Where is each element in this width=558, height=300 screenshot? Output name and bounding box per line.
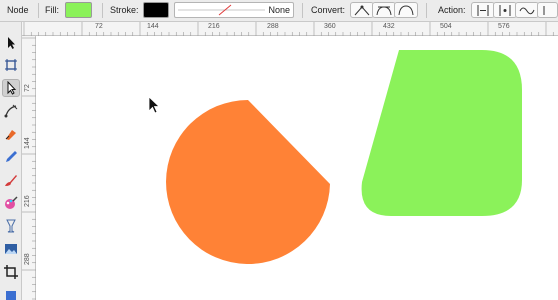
color-picker-tool-icon [5,196,18,209]
join-curves-button[interactable] [493,2,517,18]
select-tool-icon [8,37,15,49]
stroke-style-dropdown[interactable]: None [174,2,294,18]
transparency-tool[interactable] [2,217,20,235]
pen-tool-icon [4,104,18,118]
ruler-tick-label: 72 [24,84,31,92]
brush-tool-icon [5,175,17,186]
green-rounded-shape[interactable] [361,50,522,216]
toolbar-divider [302,3,303,18]
ruler-tick-label: 360 [324,23,336,30]
transparency-tool-icon [6,219,16,233]
smooth-curves-button[interactable] [515,2,539,18]
fill-color-swatch[interactable] [65,2,92,18]
fountain-pen-tool[interactable] [2,125,20,143]
ruler-tick-label: 432 [383,23,395,30]
brush-tool[interactable] [2,171,20,189]
ruler-tick-label: 288 [24,253,31,265]
pen-tool[interactable] [2,102,20,120]
join-curves-icon [499,5,511,16]
ruler-tick-label: 288 [267,23,279,30]
fill-label: Fill: [45,5,59,15]
smooth-node-icon [376,6,392,16]
tools-panel [0,22,22,300]
break-curve-button[interactable] [471,2,495,18]
node-tool-icon [7,81,17,95]
color-picker-tool[interactable] [2,194,20,212]
fountain-pen-tool-icon [5,130,16,140]
ruler-tick-label: 144 [147,23,159,30]
stroke-none-label: None [268,5,290,15]
ruler-tick-label: 216 [208,23,220,30]
convert-smart-button[interactable] [394,2,418,18]
pencil-tool[interactable] [2,148,20,166]
artboard-tool-icon [5,59,17,71]
ruler-tick-label: 216 [24,195,31,207]
stroke-color-swatch[interactable] [143,2,169,18]
toolbar-divider [426,3,427,18]
orange-circle-shape[interactable] [166,100,330,264]
ruler-tick-label: 72 [95,23,103,30]
ruler-tick-label: 504 [440,23,452,30]
image-tool-icon [5,244,17,254]
reverse-curve-icon [543,6,545,15]
no-stroke-icon [178,4,265,16]
toolbar-divider [38,3,39,18]
crop-tool[interactable] [2,263,20,281]
break-curve-icon [477,5,489,16]
select-tool[interactable] [2,34,20,52]
action-label: Action: [438,5,466,15]
reverse-curve-button[interactable] [537,2,558,18]
pencil-tool-icon [6,151,17,162]
convert-label: Convert: [311,5,346,15]
ruler-tick-label: 576 [498,23,510,30]
mouse-cursor-icon [148,96,161,114]
fill-tool[interactable] [2,286,20,300]
sharp-node-icon [354,5,370,16]
image-tool[interactable] [2,240,20,258]
convert-smooth-button[interactable] [372,2,396,18]
smart-node-icon [398,5,414,16]
crop-tool-icon [4,265,18,279]
smooth-curve-icon [519,7,535,15]
node-tool[interactable] [2,79,20,97]
context-toolbar: Node Fill: Stroke: None Convert: Action: [0,0,558,22]
horizontal-ruler[interactable]: 72 144 216 288 360 432 504 576 [22,22,558,36]
mode-label: Node [7,5,29,15]
artboard-tool[interactable] [2,56,20,74]
fill-tool-icon [6,291,16,300]
drawing-canvas[interactable] [36,36,558,300]
ruler-tick-label: 144 [24,137,31,149]
canvas-artwork [166,50,522,264]
convert-sharp-button[interactable] [350,2,374,18]
vertical-ruler[interactable]: 72 144 216 288 [22,36,36,300]
toolbar-divider [102,3,103,18]
stroke-label: Stroke: [110,5,139,15]
